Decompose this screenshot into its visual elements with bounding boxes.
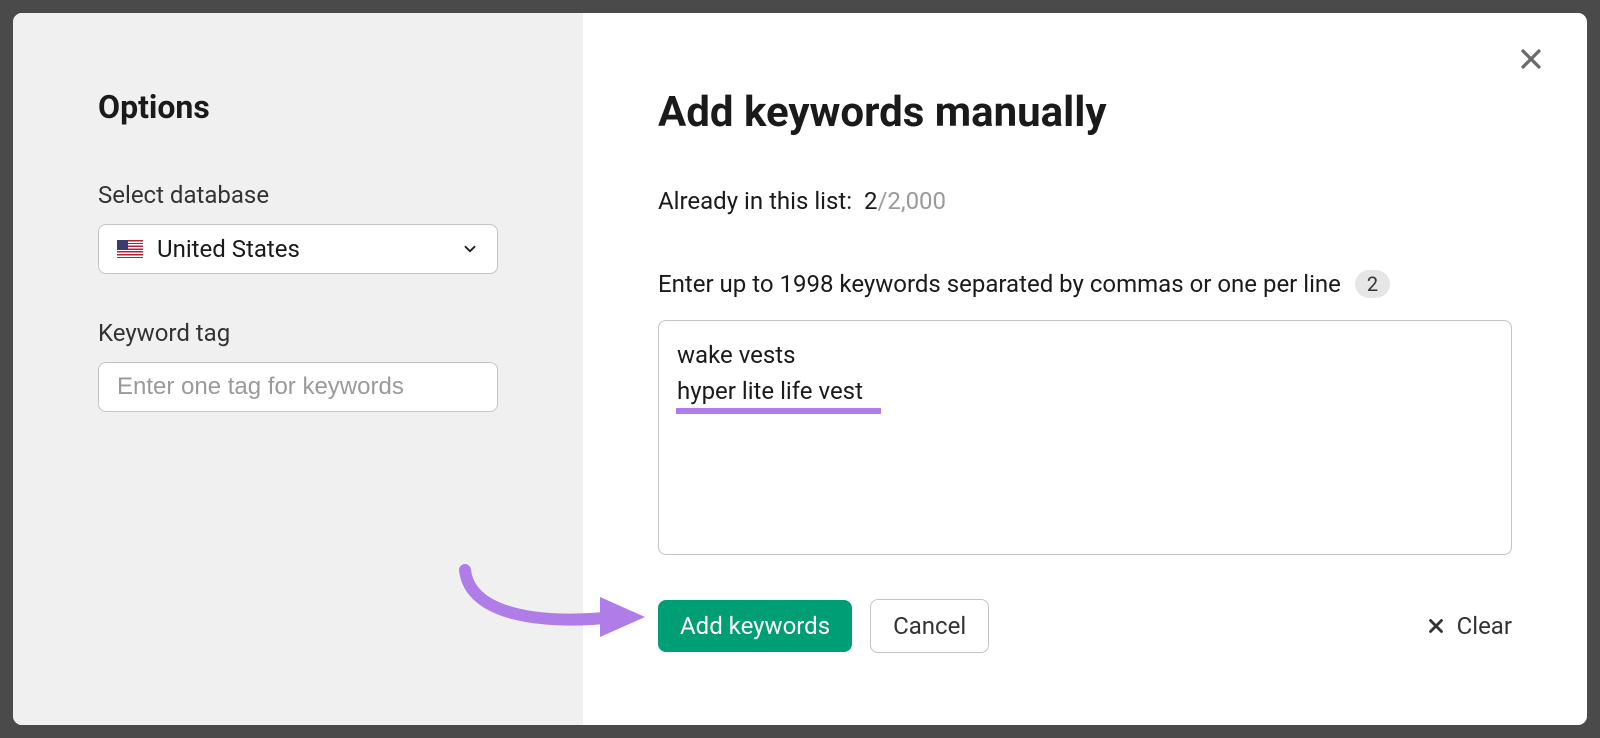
options-sidebar: Options Select database United States Ke… xyxy=(13,13,583,725)
clear-button[interactable]: Clear xyxy=(1425,612,1512,640)
add-keywords-modal: Options Select database United States Ke… xyxy=(10,10,1590,728)
add-keywords-button[interactable]: Add keywords xyxy=(658,600,852,652)
hint-line: Enter up to 1998 keywords separated by c… xyxy=(658,270,1512,298)
keywords-textarea[interactable] xyxy=(658,320,1512,555)
tag-label: Keyword tag xyxy=(98,319,498,347)
textarea-wrap xyxy=(658,320,1512,559)
options-title: Options xyxy=(98,88,498,126)
us-flag-icon xyxy=(117,240,143,258)
main-panel: Add keywords manually Already in this li… xyxy=(583,13,1587,725)
entered-count-badge: 2 xyxy=(1355,270,1390,298)
already-label: Already in this list: xyxy=(658,187,852,215)
action-row: Add keywords Cancel Clear xyxy=(658,599,1512,653)
keyword-tag-input[interactable] xyxy=(98,362,498,412)
modal-title: Add keywords manually xyxy=(658,88,1512,137)
already-status: Already in this list: 2/2,000 xyxy=(658,187,1512,215)
cancel-button[interactable]: Cancel xyxy=(870,599,989,653)
already-max: /2,000 xyxy=(877,187,946,215)
database-value: United States xyxy=(157,235,461,263)
chevron-down-icon xyxy=(461,240,479,258)
already-count: 2 xyxy=(864,187,878,215)
database-select[interactable]: United States xyxy=(98,224,498,274)
clear-label: Clear xyxy=(1457,612,1512,640)
hint-text: Enter up to 1998 keywords separated by c… xyxy=(658,270,1341,298)
close-icon xyxy=(1515,43,1547,75)
database-label: Select database xyxy=(98,181,498,209)
close-icon xyxy=(1425,615,1447,637)
close-button[interactable] xyxy=(1515,43,1547,79)
